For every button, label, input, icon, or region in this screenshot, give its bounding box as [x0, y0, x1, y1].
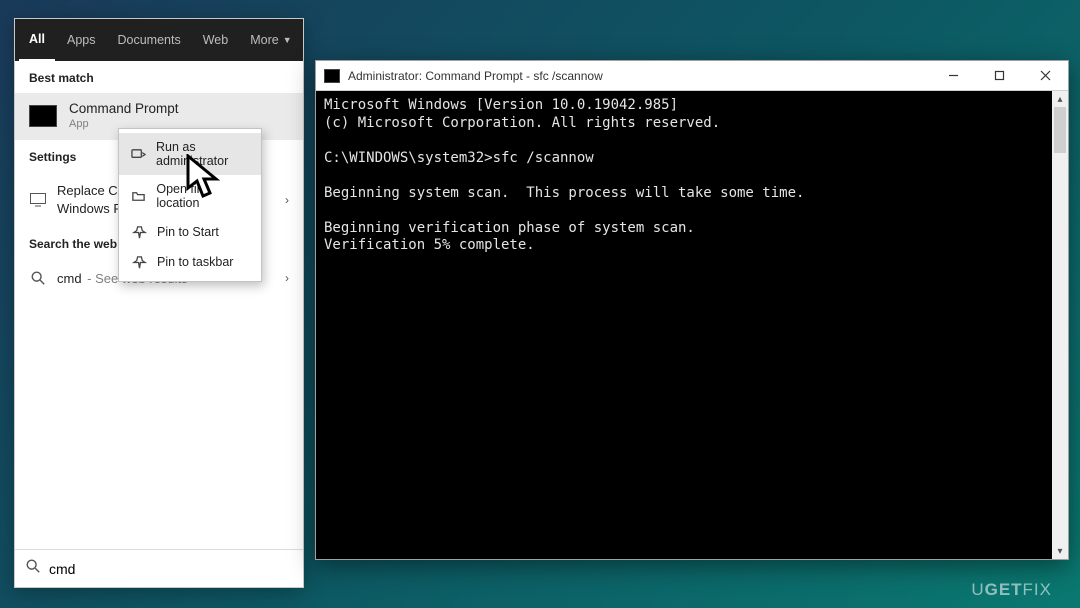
- window-titlebar[interactable]: Administrator: Command Prompt - sfc /sca…: [316, 61, 1068, 91]
- scroll-down-icon[interactable]: ▾: [1052, 543, 1068, 559]
- best-match-title: Command Prompt: [69, 101, 179, 116]
- tab-more-label: More: [250, 33, 278, 47]
- tab-apps[interactable]: Apps: [57, 19, 106, 61]
- tab-web[interactable]: Web: [193, 19, 238, 61]
- scrollbar[interactable]: ▴ ▾: [1052, 91, 1068, 559]
- best-match-header: Best match: [15, 61, 303, 93]
- pin-icon: [131, 254, 147, 270]
- watermark: UGETFIX: [971, 580, 1052, 600]
- menu-pin-to-start[interactable]: Pin to Start: [119, 217, 261, 247]
- tab-all[interactable]: All: [19, 19, 55, 61]
- folder-icon: [131, 188, 146, 204]
- tab-documents[interactable]: Documents: [107, 19, 190, 61]
- monitor-icon: [29, 191, 47, 209]
- chevron-down-icon: ▼: [283, 35, 292, 45]
- scroll-up-icon[interactable]: ▴: [1052, 91, 1068, 107]
- pin-icon: [131, 224, 147, 240]
- command-prompt-icon: [29, 105, 57, 127]
- search-tabs: All Apps Documents Web More ▼: [15, 19, 303, 61]
- web-result-query: cmd: [57, 271, 82, 286]
- search-icon: [29, 269, 47, 287]
- chevron-right-icon: ›: [285, 193, 289, 207]
- menu-open-file-location[interactable]: Open file location: [119, 175, 261, 217]
- minimize-button[interactable]: [930, 61, 976, 90]
- search-input[interactable]: [49, 561, 293, 577]
- close-button[interactable]: [1022, 61, 1068, 90]
- tab-more[interactable]: More ▼: [240, 19, 301, 61]
- menu-item-label: Pin to taskbar: [157, 255, 233, 269]
- menu-pin-to-taskbar[interactable]: Pin to taskbar: [119, 247, 261, 277]
- command-prompt-window: Administrator: Command Prompt - sfc /sca…: [315, 60, 1069, 560]
- command-prompt-icon: [324, 69, 340, 83]
- window-title: Administrator: Command Prompt - sfc /sca…: [348, 69, 603, 83]
- search-icon: [25, 558, 41, 579]
- windows-search-panel: All Apps Documents Web More ▼ Best match…: [14, 18, 304, 588]
- scroll-thumb[interactable]: [1054, 107, 1066, 153]
- menu-item-label: Pin to Start: [157, 225, 219, 239]
- search-box: [15, 549, 303, 587]
- maximize-button[interactable]: [976, 61, 1022, 90]
- terminal-output[interactable]: Microsoft Windows [Version 10.0.19042.98…: [316, 91, 1052, 559]
- menu-run-as-administrator[interactable]: Run as administrator: [119, 133, 261, 175]
- menu-item-label: Open file location: [156, 182, 249, 210]
- context-menu: Run as administrator Open file location …: [118, 128, 262, 282]
- menu-item-label: Run as administrator: [156, 140, 249, 168]
- chevron-right-icon: ›: [285, 271, 289, 285]
- shield-admin-icon: [131, 146, 146, 162]
